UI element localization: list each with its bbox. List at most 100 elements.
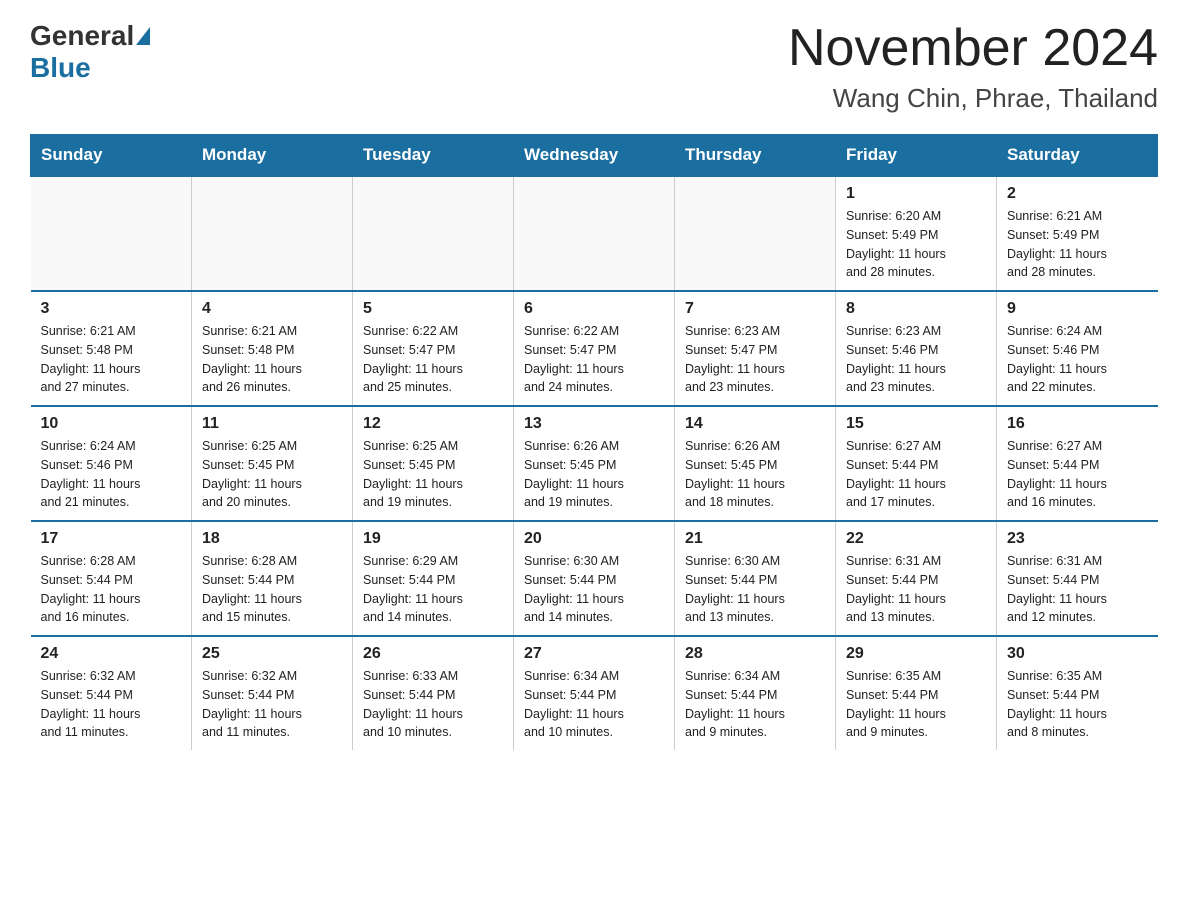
day-number: 20 <box>524 530 664 548</box>
day-info: Sunrise: 6:28 AM Sunset: 5:44 PM Dayligh… <box>202 552 342 627</box>
day-info: Sunrise: 6:22 AM Sunset: 5:47 PM Dayligh… <box>524 322 664 397</box>
calendar-title: November 2024 <box>788 20 1158 77</box>
day-info: Sunrise: 6:28 AM Sunset: 5:44 PM Dayligh… <box>41 552 182 627</box>
calendar-cell: 9Sunrise: 6:24 AM Sunset: 5:46 PM Daylig… <box>997 291 1158 406</box>
day-info: Sunrise: 6:26 AM Sunset: 5:45 PM Dayligh… <box>685 437 825 512</box>
day-number: 1 <box>846 185 986 203</box>
day-info: Sunrise: 6:31 AM Sunset: 5:44 PM Dayligh… <box>1007 552 1148 627</box>
day-info: Sunrise: 6:27 AM Sunset: 5:44 PM Dayligh… <box>846 437 986 512</box>
day-number: 2 <box>1007 185 1148 203</box>
day-info: Sunrise: 6:26 AM Sunset: 5:45 PM Dayligh… <box>524 437 664 512</box>
day-info: Sunrise: 6:23 AM Sunset: 5:47 PM Dayligh… <box>685 322 825 397</box>
day-info: Sunrise: 6:23 AM Sunset: 5:46 PM Dayligh… <box>846 322 986 397</box>
day-number: 26 <box>363 645 503 663</box>
day-number: 29 <box>846 645 986 663</box>
calendar-cell <box>31 176 192 291</box>
calendar-cell: 17 Sunrise: 6:28 AM Sunset: 5:44 PM Dayli… <box>31 521 192 636</box>
day-info: Sunrise: 6:32 AM Sunset: 5:44 PM Dayligh… <box>202 667 342 742</box>
day-number: 12 <box>363 415 503 433</box>
day-info: Sunrise: 6:24 AM Sunset: 5:46 PM Dayligh… <box>41 437 182 512</box>
day-info: Sunrise: 6:31 AM Sunset: 5:44 PM Dayligh… <box>846 552 986 627</box>
day-number: 19 <box>363 530 503 548</box>
day-number: 3 <box>41 300 182 318</box>
calendar-cell: 30Sunrise: 6:35 AM Sunset: 5:44 PM Dayli… <box>997 636 1158 750</box>
calendar-cell: 18Sunrise: 6:28 AM Sunset: 5:44 PM Dayli… <box>192 521 353 636</box>
calendar-cell: 1 Sunrise: 6:20 AM Sunset: 5:49 PM Daylig… <box>836 176 997 291</box>
day-info: Sunrise: 6:34 AM Sunset: 5:44 PM Dayligh… <box>524 667 664 742</box>
day-number: 9 <box>1007 300 1148 318</box>
day-number: 7 <box>685 300 825 318</box>
day-info: Sunrise: 6:21 AM Sunset: 5:49 PM Dayligh… <box>1007 207 1148 282</box>
day-info: Sunrise: 6:30 AM Sunset: 5:44 PM Dayligh… <box>685 552 825 627</box>
day-info: Sunrise: 6:29 AM Sunset: 5:44 PM Dayligh… <box>363 552 503 627</box>
week-row-1: 1 Sunrise: 6:20 AM Sunset: 5:49 PM Daylig… <box>31 176 1158 291</box>
calendar-cell: 4Sunrise: 6:21 AM Sunset: 5:48 PM Daylig… <box>192 291 353 406</box>
day-info: Sunrise: 6:25 AM Sunset: 5:45 PM Dayligh… <box>363 437 503 512</box>
day-number: 10 <box>41 415 182 433</box>
day-info: Sunrise: 6:35 AM Sunset: 5:44 PM Dayligh… <box>846 667 986 742</box>
week-row-2: 3 Sunrise: 6:21 AM Sunset: 5:48 PM Daylig… <box>31 291 1158 406</box>
calendar-cell: 24 Sunrise: 6:32 AM Sunset: 5:44 PM Dayli… <box>31 636 192 750</box>
day-info: Sunrise: 6:27 AM Sunset: 5:44 PM Dayligh… <box>1007 437 1148 512</box>
day-number: 16 <box>1007 415 1148 433</box>
calendar-cell: 3 Sunrise: 6:21 AM Sunset: 5:48 PM Daylig… <box>31 291 192 406</box>
day-number: 17 <box>41 530 182 548</box>
day-info: Sunrise: 6:35 AM Sunset: 5:44 PM Dayligh… <box>1007 667 1148 742</box>
calendar-cell <box>192 176 353 291</box>
calendar-cell: 7 Sunrise: 6:23 AM Sunset: 5:47 PM Daylig… <box>675 291 836 406</box>
calendar-cell: 16 Sunrise: 6:27 AM Sunset: 5:44 PM Dayli… <box>997 406 1158 521</box>
day-number: 22 <box>846 530 986 548</box>
logo: General Blue <box>30 20 152 84</box>
calendar-cell: 21 Sunrise: 6:30 AM Sunset: 5:44 PM Dayli… <box>675 521 836 636</box>
day-number: 25 <box>202 645 342 663</box>
day-number: 28 <box>685 645 825 663</box>
weekday-header-friday: Friday <box>836 135 997 177</box>
calendar-cell: 19 Sunrise: 6:29 AM Sunset: 5:44 PM Dayli… <box>353 521 514 636</box>
calendar-subtitle: Wang Chin, Phrae, Thailand <box>788 83 1158 114</box>
calendar-table: SundayMondayTuesdayWednesdayThursdayFrid… <box>30 134 1158 750</box>
day-number: 14 <box>685 415 825 433</box>
calendar-cell: 20 Sunrise: 6:30 AM Sunset: 5:44 PM Dayli… <box>514 521 675 636</box>
day-number: 23 <box>1007 530 1148 548</box>
day-number: 24 <box>41 645 182 663</box>
logo-general-text: General <box>30 20 134 52</box>
day-info: Sunrise: 6:20 AM Sunset: 5:49 PM Dayligh… <box>846 207 986 282</box>
calendar-cell: 22 Sunrise: 6:31 AM Sunset: 5:44 PM Dayli… <box>836 521 997 636</box>
day-number: 6 <box>524 300 664 318</box>
calendar-cell: 27 Sunrise: 6:34 AM Sunset: 5:44 PM Dayli… <box>514 636 675 750</box>
calendar-cell: 26 Sunrise: 6:33 AM Sunset: 5:44 PM Dayli… <box>353 636 514 750</box>
day-info: Sunrise: 6:32 AM Sunset: 5:44 PM Dayligh… <box>41 667 182 742</box>
weekday-header-monday: Monday <box>192 135 353 177</box>
header: General Blue November 2024 Wang Chin, Ph… <box>30 20 1158 114</box>
calendar-cell: 11Sunrise: 6:25 AM Sunset: 5:45 PM Dayli… <box>192 406 353 521</box>
weekday-header-thursday: Thursday <box>675 135 836 177</box>
calendar-cell: 12 Sunrise: 6:25 AM Sunset: 5:45 PM Dayli… <box>353 406 514 521</box>
day-info: Sunrise: 6:30 AM Sunset: 5:44 PM Dayligh… <box>524 552 664 627</box>
day-info: Sunrise: 6:21 AM Sunset: 5:48 PM Dayligh… <box>41 322 182 397</box>
logo-arrow-icon <box>136 27 150 45</box>
week-row-3: 10 Sunrise: 6:24 AM Sunset: 5:46 PM Dayli… <box>31 406 1158 521</box>
weekday-header-saturday: Saturday <box>997 135 1158 177</box>
day-number: 27 <box>524 645 664 663</box>
day-number: 4 <box>202 300 342 318</box>
calendar-cell: 28Sunrise: 6:34 AM Sunset: 5:44 PM Dayli… <box>675 636 836 750</box>
calendar-cell <box>514 176 675 291</box>
day-info: Sunrise: 6:22 AM Sunset: 5:47 PM Dayligh… <box>363 322 503 397</box>
title-area: November 2024 Wang Chin, Phrae, Thailand <box>788 20 1158 114</box>
weekday-header-wednesday: Wednesday <box>514 135 675 177</box>
calendar-cell: 14 Sunrise: 6:26 AM Sunset: 5:45 PM Dayli… <box>675 406 836 521</box>
weekday-header-row: SundayMondayTuesdayWednesdayThursdayFrid… <box>31 135 1158 177</box>
calendar-cell: 15 Sunrise: 6:27 AM Sunset: 5:44 PM Dayli… <box>836 406 997 521</box>
day-number: 15 <box>846 415 986 433</box>
calendar-cell: 25 Sunrise: 6:32 AM Sunset: 5:44 PM Dayli… <box>192 636 353 750</box>
calendar-cell: 8Sunrise: 6:23 AM Sunset: 5:46 PM Daylig… <box>836 291 997 406</box>
logo-blue-text: Blue <box>30 52 91 83</box>
calendar-cell: 13Sunrise: 6:26 AM Sunset: 5:45 PM Dayli… <box>514 406 675 521</box>
week-row-4: 17 Sunrise: 6:28 AM Sunset: 5:44 PM Dayli… <box>31 521 1158 636</box>
calendar-cell: 5 Sunrise: 6:22 AM Sunset: 5:47 PM Daylig… <box>353 291 514 406</box>
day-number: 5 <box>363 300 503 318</box>
calendar-cell: 2 Sunrise: 6:21 AM Sunset: 5:49 PM Daylig… <box>997 176 1158 291</box>
day-info: Sunrise: 6:33 AM Sunset: 5:44 PM Dayligh… <box>363 667 503 742</box>
day-number: 21 <box>685 530 825 548</box>
calendar-cell: 29 Sunrise: 6:35 AM Sunset: 5:44 PM Dayli… <box>836 636 997 750</box>
